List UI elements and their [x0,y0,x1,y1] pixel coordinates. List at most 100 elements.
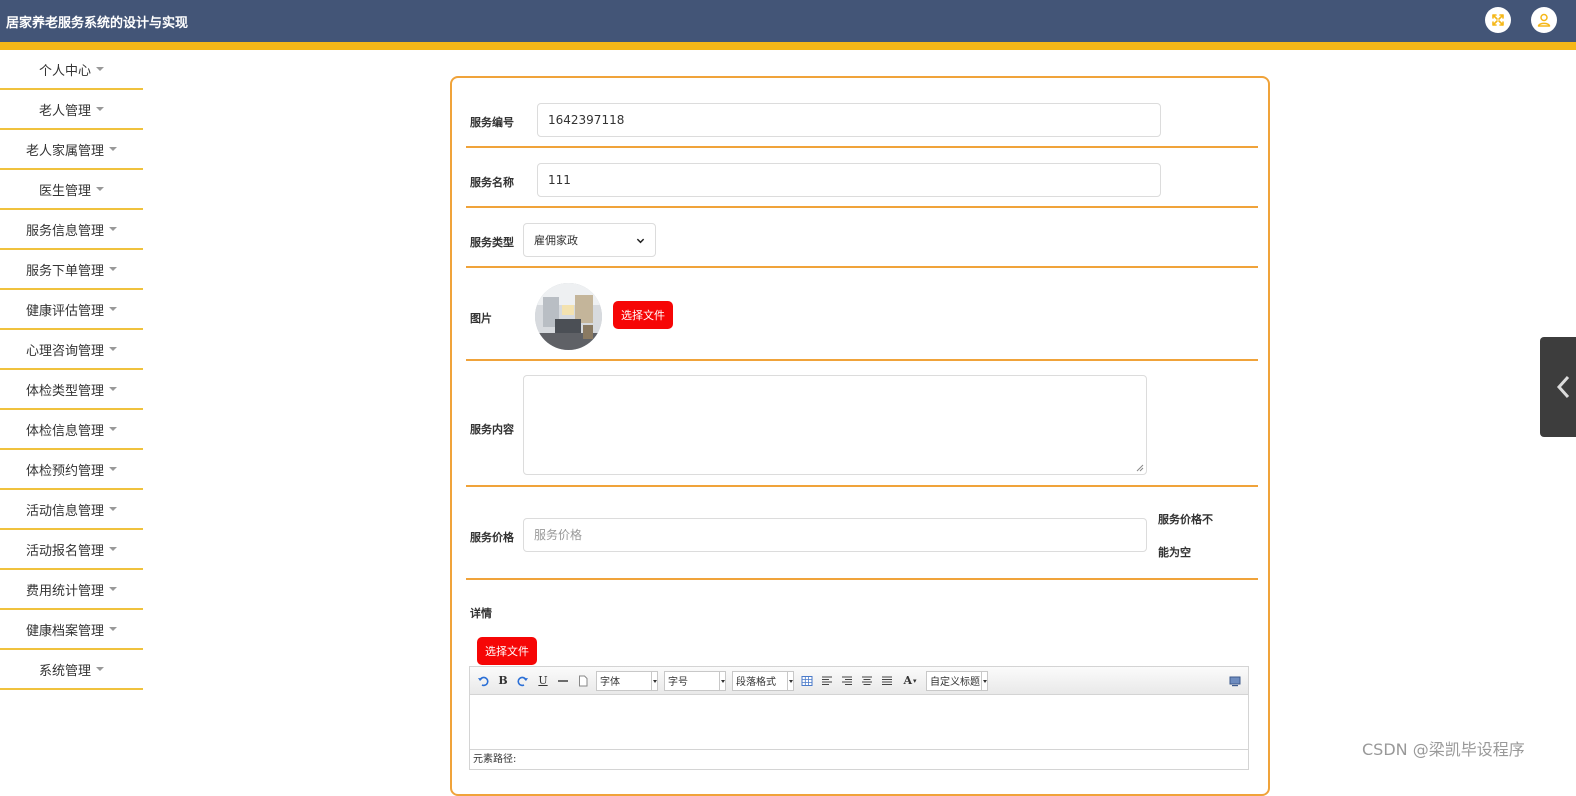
sidebar-item-label: 个人中心 [38,63,91,79]
sidebar-item-exam-type[interactable]: 体检类型管理 [0,370,143,410]
caret-down-icon [109,627,117,631]
fullscreen-icon [1492,14,1504,26]
editor-content-area[interactable] [470,695,1248,749]
element-path-bar: 元素路径: [470,749,1248,769]
sidebar-item-label: 心理咨询管理 [25,343,104,359]
choose-image-button[interactable]: 选择文件 [613,301,673,329]
sidebar-item-label: 活动信息管理 [25,503,104,519]
service-form: 服务编号 服务名称 服务类型 雇佣家政 图片 选择文件 服务内容 [450,76,1270,796]
editor-toolbar: B U 字体 字号 段落格式 A ▾ 自定义标题 [470,667,1248,695]
sidebar-item-personal-center[interactable]: 个人中心 [0,50,143,90]
sidebar-item-label: 体检类型管理 [25,383,104,399]
dropdown-arrow-icon [981,671,987,690]
resize-grip-icon[interactable] [1136,464,1144,472]
sidebar-item-fee-stats[interactable]: 费用统计管理 [0,570,143,610]
sidebar-item-label: 健康档案管理 [25,623,104,639]
sidebar-item-label: 活动报名管理 [25,543,104,559]
sidebar-item-health-assessment[interactable]: 健康评估管理 [0,290,143,330]
font-color-icon[interactable]: A ▾ [900,674,920,688]
page-icon[interactable] [576,674,590,688]
details-label: 详情 [470,607,492,620]
caret-down-icon [96,67,104,71]
sidebar-item-label: 老人管理 [38,103,91,119]
sidebar-item-label: 医生管理 [38,183,91,199]
service-image-preview [535,283,602,350]
underline-icon[interactable]: U [536,674,550,688]
sidebar-item-label: 费用统计管理 [25,583,104,599]
source-view-icon[interactable] [1228,674,1242,688]
chevron-left-icon [1556,375,1570,399]
align-right-icon[interactable] [840,674,854,688]
service-no-label: 服务编号 [470,116,514,129]
price-error-line1: 服务价格不 [1158,513,1213,526]
rich-text-editor: B U 字体 字号 段落格式 A ▾ 自定义标题 元素路径: [469,666,1249,770]
caret-down-icon [109,547,117,551]
header-accent-strip [0,42,1576,50]
dropdown-arrow-icon [787,671,793,690]
service-price-label: 服务价格 [470,531,514,544]
caret-down-icon [109,227,117,231]
font-family-select[interactable]: 字体 [596,670,658,691]
sidebar-item-exam-info[interactable]: 体检信息管理 [0,410,143,450]
caret-down-icon [109,307,117,311]
paragraph-format-value: 段落格式 [736,677,776,688]
caret-down-icon [109,467,117,471]
top-bar: 居家养老服务系统的设计与实现 [0,0,1576,42]
font-size-select[interactable]: 字号 [664,670,726,691]
bold-icon[interactable]: B [496,674,510,688]
caret-down-icon [109,387,117,391]
sidebar-item-label: 系统管理 [38,663,91,679]
sidebar-item-doctor[interactable]: 医生管理 [0,170,143,210]
caret-down-icon [109,147,117,151]
sidebar-item-psych-consult[interactable]: 心理咨询管理 [0,330,143,370]
sidebar-item-system[interactable]: 系统管理 [0,650,143,690]
service-name-input[interactable] [537,163,1161,197]
font-family-value: 字体 [600,677,620,688]
fullscreen-button[interactable] [1485,7,1511,33]
horizontal-rule-icon[interactable] [556,674,570,688]
service-name-label: 服务名称 [470,176,514,189]
align-center-icon[interactable] [860,674,874,688]
dropdown-arrow-icon [719,671,725,690]
caret-down-icon [109,427,117,431]
sidebar-item-label: 老人家属管理 [25,143,104,159]
service-no-input[interactable] [537,103,1161,137]
service-content-textarea[interactable] [523,375,1147,475]
sidebar-item-service-info[interactable]: 服务信息管理 [0,210,143,250]
undo-icon[interactable] [476,674,490,688]
user-button[interactable] [1531,7,1557,33]
sidebar-item-elderly[interactable]: 老人管理 [0,90,143,130]
side-drawer-tab[interactable] [1540,337,1576,437]
sidebar-item-family[interactable]: 老人家属管理 [0,130,143,170]
service-photo-icon [535,283,602,350]
sidebar: 个人中心 老人管理 老人家属管理 医生管理 服务信息管理 服务下单管理 健康评估… [0,50,143,690]
sidebar-item-label: 服务信息管理 [25,223,104,239]
align-justify-icon[interactable] [880,674,894,688]
paragraph-format-select[interactable]: 段落格式 [732,670,794,691]
image-label: 图片 [470,312,492,325]
font-size-value: 字号 [668,677,688,688]
sidebar-item-label: 健康评估管理 [25,303,104,319]
sidebar-item-activity-info[interactable]: 活动信息管理 [0,490,143,530]
service-type-value: 雇佣家政 [534,234,578,247]
sidebar-item-service-order[interactable]: 服务下单管理 [0,250,143,290]
caret-down-icon [96,187,104,191]
sidebar-item-label: 体检信息管理 [25,423,104,439]
table-icon[interactable] [800,674,814,688]
sidebar-item-exam-booking[interactable]: 体检预约管理 [0,450,143,490]
caret-down-icon [109,587,117,591]
dropdown-arrow-icon [651,671,657,690]
service-type-select[interactable]: 雇佣家政 [523,223,656,257]
sidebar-item-health-records[interactable]: 健康档案管理 [0,610,143,650]
service-price-input[interactable] [523,518,1147,552]
row-service-no: 服务编号 [466,78,1258,148]
align-left-icon[interactable] [820,674,834,688]
sidebar-item-activity-signup[interactable]: 活动报名管理 [0,530,143,570]
custom-title-select[interactable]: 自定义标题 [926,670,988,691]
redo-icon[interactable] [516,674,530,688]
price-error-line2: 能为空 [1158,546,1191,559]
caret-down-icon [109,267,117,271]
details-choose-file-button[interactable]: 选择文件 [477,637,537,665]
caret-down-icon [96,667,104,671]
sidebar-item-label: 体检预约管理 [25,463,104,479]
